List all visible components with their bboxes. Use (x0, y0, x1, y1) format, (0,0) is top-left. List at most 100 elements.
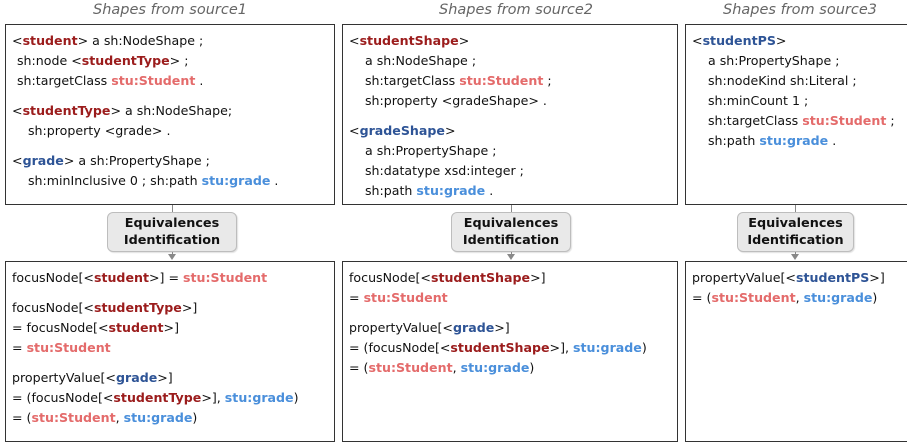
code-text: >] (869, 270, 885, 285)
shape-definition-line: <grade> a sh:PropertyShape ; (12, 151, 328, 171)
equivalence-line: = stu:Student (12, 338, 328, 358)
highlighted-term: stu:grade (123, 410, 193, 425)
code-text: propertyValue[< (349, 320, 453, 335)
code-text: sh:node < (17, 53, 82, 68)
step-label-line1: Equivalences (748, 216, 843, 231)
code-text: < (349, 123, 360, 138)
equivalence-line: focusNode[<student>] = stu:Student (12, 268, 328, 288)
code-text: < (12, 33, 23, 48)
connector-top-source1 (172, 205, 173, 212)
code-text: , (115, 410, 124, 425)
code-text: = ( (12, 410, 32, 425)
equivalence-line: = (focusNode[<studentShape>], stu:grade) (349, 338, 671, 358)
code-text: = ( (349, 360, 369, 375)
highlighted-term: stu:Student (802, 113, 887, 128)
highlighted-term: studentShape (430, 270, 531, 285)
arrow-down-source2 (507, 254, 515, 260)
highlighted-term: grade (115, 370, 158, 385)
equivalence-line: = stu:Student (349, 288, 671, 308)
code-text: >], (201, 390, 225, 405)
highlighted-term: stu:Student (368, 360, 453, 375)
shape-definition-line: sh:nodeKind sh:Literal ; (692, 71, 907, 91)
code-text: sh:datatype xsd:integer ; (365, 163, 524, 178)
code-text: sh:targetClass (17, 73, 112, 88)
highlighted-term: stu:grade (573, 340, 642, 355)
highlighted-term: stu:grade (224, 390, 294, 405)
highlighted-term: stu:Student (111, 73, 196, 88)
equivalence-line: = (stu:Student, stu:grade) (692, 288, 907, 308)
highlighted-term: student (108, 320, 164, 335)
code-text: >] = (148, 270, 184, 285)
equivalences-box-source1: focusNode[<student>] = stu:Student focusN… (5, 261, 335, 442)
equivalence-line: = (stu:Student, stu:grade) (349, 358, 671, 378)
shape-definition-line: sh:node <studentType> ; (12, 51, 328, 71)
highlighted-term: stu:Student (26, 340, 111, 355)
highlighted-term: studentPS (702, 33, 776, 48)
highlighted-term: stu:Student (183, 270, 268, 285)
step-label-line2: Identification (462, 233, 560, 248)
shape-definition-line: sh:targetClass stu:Student ; (349, 71, 671, 91)
equivalences-box-source3: propertyValue[<studentPS>] = (stu:Studen… (685, 261, 907, 442)
code-text: sh:targetClass (365, 73, 460, 88)
code-text: . (485, 183, 494, 198)
code-text: ) (872, 290, 878, 305)
highlighted-term: studentType (93, 300, 182, 315)
shape-definition-line: sh:minInclusive 0 ; sh:path stu:grade . (12, 171, 328, 191)
highlighted-term: grade (22, 153, 64, 168)
shape-definition-line: sh:property <grade> . (12, 121, 328, 141)
column-title-source2: Shapes from source2 (439, 2, 593, 18)
shape-definition-line: <studentPS> (692, 31, 907, 51)
code-text: > a sh:NodeShape ; (77, 33, 204, 48)
code-text: > a sh:PropertyShape ; (63, 153, 210, 168)
code-text: < (12, 103, 23, 118)
code-text: >] (181, 300, 198, 315)
step-label-line2: Identification (747, 233, 844, 248)
code-text: = ( (692, 290, 712, 305)
code-text: = (focusNode[< (349, 340, 451, 355)
code-text: >] (494, 320, 510, 335)
shape-definition-line: sh:targetClass stu:Student ; (692, 111, 907, 131)
shapes-box-source2: <studentShape> a sh:NodeShape ; sh:targetC… (342, 24, 678, 205)
code-text: . (270, 173, 279, 188)
shape-definition-line: <gradeShape> (349, 121, 671, 141)
shape-definition-line: a sh:NodeShape ; (349, 51, 671, 71)
code-text: ; (543, 73, 552, 88)
code-text: >] (530, 270, 546, 285)
code-text: focusNode[< (349, 270, 431, 285)
shape-definition-line: <studentType> a sh:NodeShape; (12, 101, 328, 121)
code-text: focusNode[< (12, 300, 94, 315)
code-text: ) (192, 410, 198, 425)
column-title-source1: Shapes from source1 (93, 2, 247, 18)
highlighted-term: stu:Student (31, 410, 116, 425)
code-text: < (692, 33, 703, 48)
highlighted-term: grade (452, 320, 495, 335)
code-text: sh:targetClass (708, 113, 803, 128)
arrow-down-source3 (791, 254, 799, 260)
highlighted-term: studentType (113, 390, 202, 405)
highlighted-term: studentShape (450, 340, 550, 355)
code-text: , (795, 290, 804, 305)
highlighted-term: stu:grade (759, 133, 829, 148)
code-text: sh:minCount 1 ; (708, 93, 809, 108)
code-text: ) (293, 390, 299, 405)
shape-definition-line: a sh:PropertyShape ; (349, 141, 671, 161)
code-text: >] (163, 320, 179, 335)
connector-top-source2 (511, 205, 512, 212)
code-text: sh:path (365, 183, 417, 198)
code-text: sh:path (708, 133, 760, 148)
code-text: sh:minInclusive 0 ; sh:path (28, 173, 202, 188)
code-text: . (195, 73, 204, 88)
code-text: propertyValue[< (692, 270, 796, 285)
highlighted-term: student (93, 270, 149, 285)
shape-definition-line: sh:path stu:grade . (349, 181, 671, 201)
column-title-source3: Shapes from source3 (723, 2, 877, 18)
code-text: = focusNode[< (12, 320, 109, 335)
code-text: > (458, 33, 470, 48)
code-text: >] (157, 370, 173, 385)
code-text: = (12, 340, 27, 355)
highlighted-term: stu:grade (416, 183, 486, 198)
code-text: sh:property <grade> . (28, 123, 171, 138)
